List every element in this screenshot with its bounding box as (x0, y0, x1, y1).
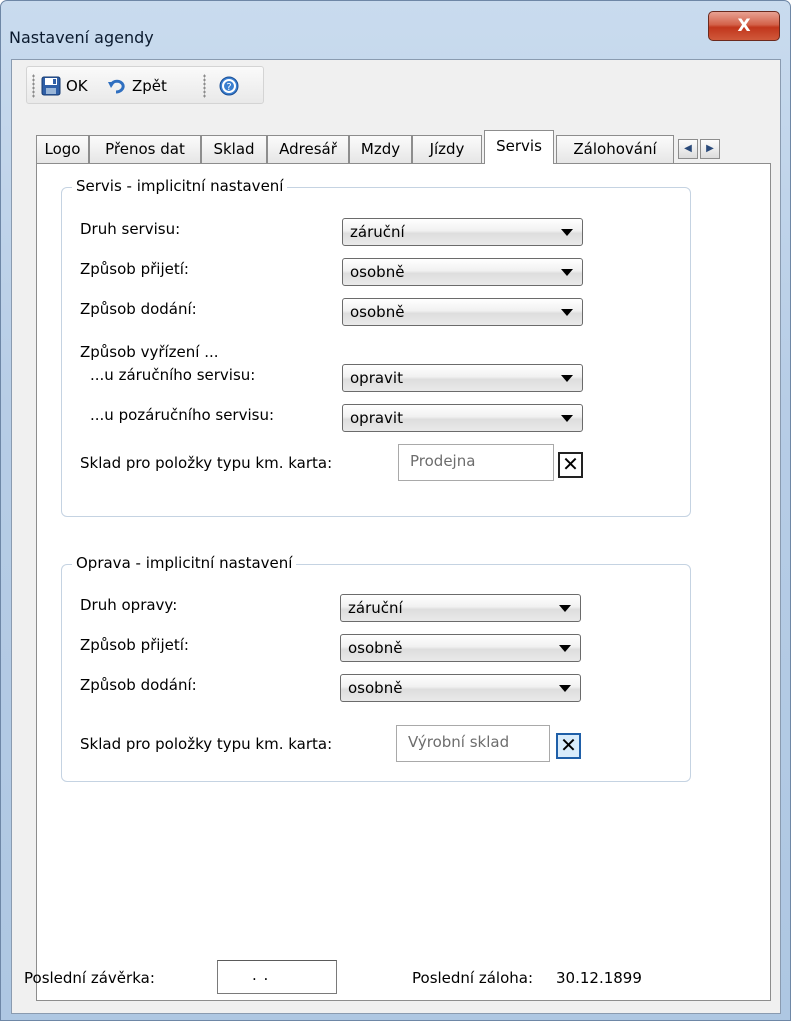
chevron-down-icon (561, 375, 573, 382)
save-icon (41, 76, 61, 96)
zpusob-prijeti-value: osobně (350, 263, 405, 281)
oprava-dodani-label: Způsob dodání: (80, 676, 197, 694)
zpusob-dodani-value: osobně (350, 303, 405, 321)
tab-prenos-dat[interactable]: Přenos dat (89, 135, 201, 163)
close-button[interactable]: X (708, 11, 780, 41)
druh-servisu-value: záruční (350, 223, 405, 241)
oprava-prijeti-value: osobně (348, 639, 403, 657)
chevron-down-icon (559, 605, 571, 612)
servis-legend: Servis - implicitní nastavení (72, 177, 288, 195)
chevron-down-icon (561, 229, 573, 236)
title-bar[interactable]: Nastavení agendy X (1, 1, 790, 59)
servis-sklad-label: Sklad pro položky typu km. karta: (80, 454, 333, 472)
zpusob-vyrizeni-label: Způsob vyřízení ... (80, 343, 219, 361)
toolbar-grip[interactable] (32, 74, 35, 98)
servis-panel: Servis - implicitní nastavení Druh servi… (36, 163, 771, 1001)
druh-servisu-label: Druh servisu: (80, 220, 181, 238)
oprava-group: Oprava - implicitní nastavení Druh oprav… (61, 554, 691, 782)
clear-icon: ✕ (560, 733, 577, 757)
pozarucni-servis-label: ...u pozáručního servisu: (90, 406, 275, 424)
pozarucni-servis-value: opravit (350, 409, 403, 427)
tab-sklad[interactable]: Sklad (201, 135, 267, 163)
chevron-down-icon (559, 685, 571, 692)
chevron-down-icon (559, 645, 571, 652)
zpusob-dodani-label: Způsob dodání: (80, 300, 197, 318)
tab-zalohovani[interactable]: Zálohování (556, 135, 674, 163)
tab-servis[interactable]: Servis (484, 130, 554, 164)
back-label: Zpět (132, 77, 167, 95)
posledni-zaloha-value: 30.12.1899 (556, 969, 642, 987)
tab-adresar[interactable]: Adresář (267, 135, 349, 163)
chevron-down-icon (561, 269, 573, 276)
tab-jizdy[interactable]: Jízdy (412, 135, 482, 163)
window-title: Nastavení agendy (9, 28, 154, 47)
pozarucni-servis-select[interactable]: opravit (342, 404, 583, 432)
posledni-zaverka-field[interactable]: . . (217, 960, 337, 994)
tab-scroll-left-icon[interactable]: ◀ (678, 139, 698, 159)
svg-text:?: ? (226, 82, 231, 93)
zarucni-servis-value: opravit (350, 369, 403, 387)
settings-window: Nastavení agendy X OK Zpět ? Logo Přenos… (0, 0, 791, 1021)
oprava-prijeti-select[interactable]: osobně (340, 634, 581, 662)
posledni-zaverka-value: . . (252, 966, 270, 984)
zarucni-servis-label: ...u záručního servisu: (90, 366, 256, 384)
chevron-down-icon (561, 309, 573, 316)
oprava-legend: Oprava - implicitní nastavení (72, 554, 297, 572)
servis-sklad-clear-button[interactable]: ✕ (558, 452, 583, 478)
tab-mzdy[interactable]: Mzdy (349, 135, 412, 163)
druh-opravy-select[interactable]: záruční (340, 594, 581, 622)
oprava-sklad-clear-button[interactable]: ✕ (556, 733, 581, 759)
zpusob-dodani-select[interactable]: osobně (342, 298, 583, 326)
oprava-dodani-select[interactable]: osobně (340, 674, 581, 702)
oprava-dodani-value: osobně (348, 679, 403, 697)
ok-button[interactable]: OK (41, 73, 88, 99)
help-icon: ? (219, 76, 239, 96)
zarucni-servis-select[interactable]: opravit (342, 364, 583, 392)
clear-icon: ✕ (562, 452, 579, 476)
toolbar: OK Zpět ? (26, 66, 264, 104)
client-area: OK Zpět ? Logo Přenos dat Sklad Adresář … (11, 59, 781, 1014)
ok-label: OK (66, 77, 88, 95)
servis-group: Servis - implicitní nastavení Druh servi… (61, 177, 691, 517)
chevron-down-icon (561, 415, 573, 422)
oprava-prijeti-label: Způsob přijetí: (80, 636, 189, 654)
zpusob-prijeti-select[interactable]: osobně (342, 258, 583, 286)
toolbar-separator (203, 74, 206, 98)
undo-icon (108, 79, 125, 94)
help-button[interactable]: ? (219, 73, 244, 99)
tab-scroll-right-icon[interactable]: ▶ (700, 139, 720, 159)
servis-sklad-value: Prodejna (410, 452, 476, 470)
servis-sklad-field[interactable]: Prodejna (398, 444, 554, 481)
posledni-zaloha-label: Poslední záloha: (412, 969, 534, 987)
zpusob-prijeti-label: Způsob přijetí: (80, 260, 189, 278)
oprava-sklad-label: Sklad pro položky typu km. karta: (80, 735, 333, 753)
oprava-sklad-value: Výrobní sklad (408, 733, 510, 751)
oprava-sklad-field[interactable]: Výrobní sklad (396, 725, 550, 762)
back-button[interactable]: Zpět (107, 73, 167, 99)
druh-servisu-select[interactable]: záruční (342, 218, 583, 246)
posledni-zaverka-label: Poslední závěrka: (24, 969, 155, 987)
druh-opravy-value: záruční (348, 599, 403, 617)
druh-opravy-label: Druh opravy: (80, 596, 178, 614)
tab-logo[interactable]: Logo (36, 135, 89, 163)
tab-strip: Logo Přenos dat Sklad Adresář Mzdy Jízdy… (36, 130, 782, 164)
